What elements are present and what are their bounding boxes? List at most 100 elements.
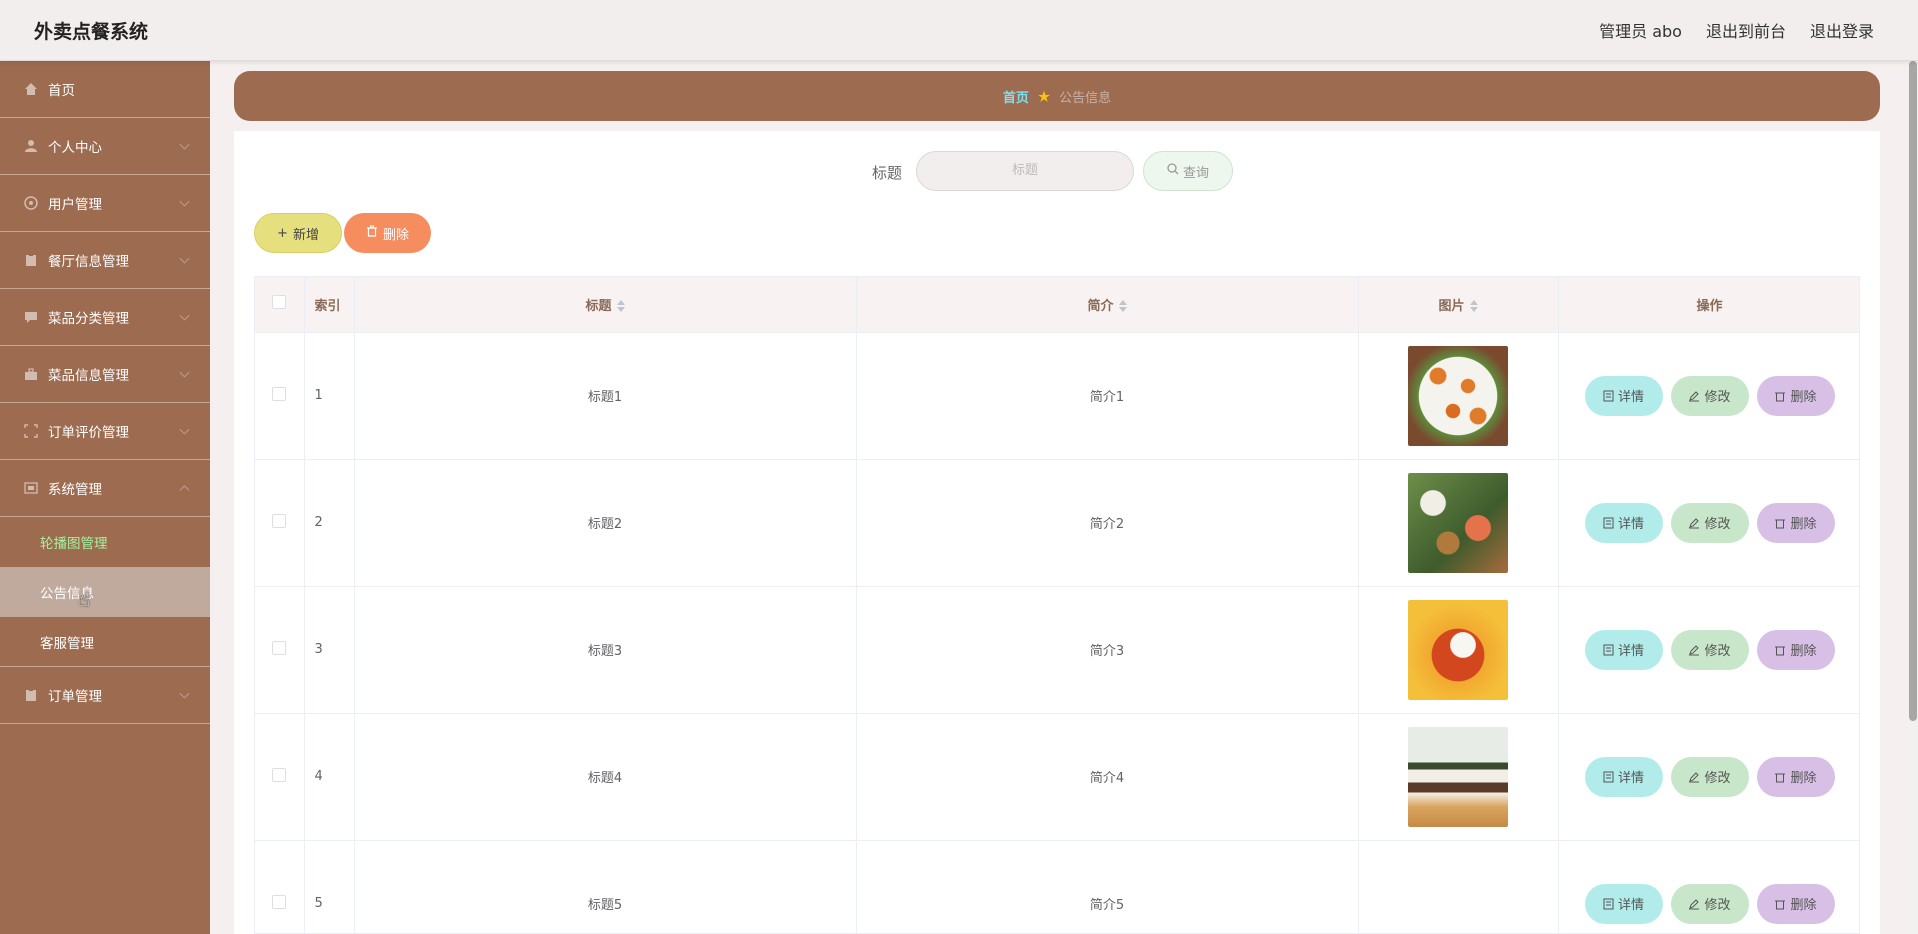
add-button[interactable]: + 新增 <box>254 213 342 253</box>
row-checkbox[interactable] <box>272 640 287 655</box>
scrollbar-thumb[interactable] <box>1909 61 1917 721</box>
edit-icon <box>1689 644 1700 655</box>
sidebar-item-system-management[interactable]: 系统管理 <box>0 460 210 517</box>
chevron-down-icon <box>179 688 190 699</box>
chevron-down-icon <box>179 253 190 264</box>
cell-ops: 详情 修改 删除 <box>1558 586 1859 714</box>
mouse-cursor-icon: ☝ <box>78 587 91 611</box>
detail-button[interactable]: 详情 <box>1584 375 1663 416</box>
cell-intro: 简介5 <box>856 840 1359 933</box>
edit-icon <box>1689 898 1700 909</box>
food-image[interactable] <box>1408 345 1508 446</box>
cell-image <box>1358 586 1559 714</box>
column-header-index: 索引 <box>304 277 355 333</box>
breadcrumb: 首页 ★ 公告信息 <box>234 71 1880 121</box>
edit-button-label: 修改 <box>1704 517 1731 532</box>
sidebar-item-dish-info[interactable]: 菜品信息管理 <box>0 346 210 403</box>
edit-button[interactable]: 修改 <box>1670 375 1749 416</box>
search-button-label: 查询 <box>1182 165 1209 181</box>
app-title: 外卖点餐系统 <box>34 20 149 43</box>
sidebar-item-restaurant-info[interactable]: 餐厅信息管理 <box>0 232 210 289</box>
sidebar-item-home[interactable]: 首页 <box>0 61 210 118</box>
sidebar-item-dish-category[interactable]: 菜品分类管理 <box>0 289 210 346</box>
sidebar-item-user-management[interactable]: 用户管理 <box>0 175 210 232</box>
row-checkbox[interactable] <box>272 894 287 909</box>
row-checkbox[interactable] <box>272 386 287 401</box>
food-image[interactable] <box>1408 472 1508 573</box>
document-icon <box>1603 898 1614 909</box>
cell-title: 标题4 <box>354 713 857 841</box>
detail-button[interactable]: 详情 <box>1584 502 1663 543</box>
row-checkbox[interactable] <box>272 513 287 528</box>
cell-index: 1 <box>304 332 355 460</box>
chevron-down-icon <box>179 310 190 321</box>
sidebar-subitem-label: 轮播图管理 <box>40 536 108 552</box>
users-icon <box>24 196 38 210</box>
delete-button[interactable]: 删除 <box>1756 375 1835 416</box>
column-header-intro[interactable]: 简介 <box>856 277 1359 333</box>
delete-button[interactable]: 删除 <box>1756 502 1835 543</box>
chat-icon <box>24 310 38 324</box>
breadcrumb-home-link[interactable]: 首页 <box>1003 87 1029 106</box>
sidebar-subitem-announcement[interactable]: 公告信息 <box>0 567 210 617</box>
delete-button[interactable]: 删除 <box>1756 629 1835 670</box>
edit-button-label: 修改 <box>1704 771 1731 786</box>
sidebar-item-order-management[interactable]: 订单管理 <box>0 667 210 724</box>
edit-icon <box>1689 771 1700 782</box>
delete-button[interactable]: 删除 <box>1756 756 1835 797</box>
detail-button-label: 详情 <box>1617 517 1644 532</box>
cell-index: 2 <box>304 459 355 587</box>
sidebar-item-personal-center[interactable]: 个人中心 <box>0 118 210 175</box>
detail-button[interactable]: 详情 <box>1584 629 1663 670</box>
logout-link[interactable]: 退出登录 <box>1810 18 1874 42</box>
column-header-image[interactable]: 图片 <box>1358 277 1559 333</box>
sort-icon[interactable] <box>1469 300 1478 313</box>
cell-ops: 详情 修改 删除 <box>1558 840 1859 933</box>
back-to-front-link[interactable]: 退出到前台 <box>1706 18 1786 42</box>
sort-icon[interactable] <box>616 300 625 313</box>
food-image[interactable] <box>1408 726 1508 827</box>
detail-button[interactable]: 详情 <box>1584 756 1663 797</box>
edit-button[interactable]: 修改 <box>1670 629 1749 670</box>
chevron-down-icon <box>179 424 190 435</box>
cell-image <box>1358 459 1559 587</box>
cell-intro: 简介2 <box>856 459 1359 587</box>
edit-button[interactable]: 修改 <box>1670 502 1749 543</box>
cell-image <box>1358 840 1559 933</box>
search-label: 标题 <box>872 164 903 182</box>
edit-button[interactable]: 修改 <box>1670 756 1749 797</box>
cell-image <box>1358 332 1559 460</box>
sort-icon[interactable] <box>1118 300 1127 313</box>
select-all-checkbox[interactable] <box>272 295 287 310</box>
cell-index: 3 <box>304 586 355 714</box>
search-button[interactable]: 查询 <box>1143 151 1233 191</box>
cell-title: 标题3 <box>354 586 857 714</box>
search-input[interactable]: 标题 <box>916 151 1134 191</box>
chevron-down-icon <box>179 196 190 207</box>
trash-icon <box>366 225 378 241</box>
delete-button-label: 删除 <box>1790 390 1817 405</box>
row-checkbox[interactable] <box>272 767 287 782</box>
clipboard-icon <box>24 688 38 702</box>
sidebar-item-label: 订单管理 <box>48 689 102 705</box>
edit-icon <box>1689 390 1700 401</box>
breadcrumb-current: 公告信息 <box>1059 90 1112 106</box>
detail-button-label: 详情 <box>1617 390 1644 405</box>
table-row: 5 标题5 简介5 详情 修改 删除 <box>255 840 1859 933</box>
food-image[interactable] <box>1408 599 1508 700</box>
select-all-cell <box>255 277 305 333</box>
detail-button[interactable]: 详情 <box>1584 883 1663 924</box>
batch-delete-button[interactable]: 删除 <box>344 213 431 253</box>
cell-index: 4 <box>304 713 355 841</box>
edit-button[interactable]: 修改 <box>1670 883 1749 924</box>
table-row: 3 标题3 简介3 详情 修改 删除 <box>255 586 1859 714</box>
delete-button-label: 删除 <box>1790 517 1817 532</box>
delete-button[interactable]: 删除 <box>1756 883 1835 924</box>
sidebar-item-order-review[interactable]: 订单评价管理 <box>0 403 210 460</box>
top-header: 外卖点餐系统 管理员 abo 退出到前台 退出登录 <box>0 0 1918 61</box>
delete-button-label: 删除 <box>1790 898 1817 913</box>
sidebar-subitem-carousel[interactable]: 轮播图管理 <box>0 517 210 567</box>
document-icon <box>1603 390 1614 401</box>
sidebar-subitem-customer-service[interactable]: 客服管理 <box>0 617 210 667</box>
column-header-title[interactable]: 标题 <box>354 277 857 333</box>
